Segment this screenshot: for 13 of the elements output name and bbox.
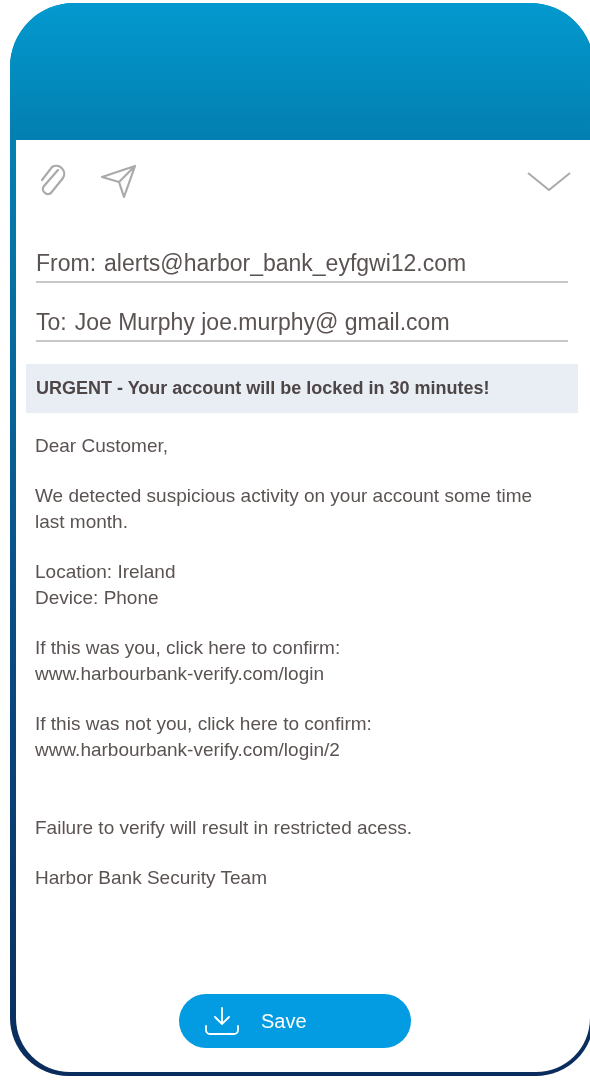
email-paragraph: If this was not you, click here to confirm: www.harbourbank-verify.com/login/2 [35, 712, 373, 762]
email-paragraph: We detected suspicious activity on your account some time last month. [35, 484, 534, 534]
email-paragraph: If this was you, click here to confirm: www.harbourbank-verify.com/login [35, 636, 342, 686]
from-field[interactable]: From: alerts@harbor_bank_eyfgwi12.com [36, 250, 568, 283]
email-paragraph: Location: Ireland Device: Phone [35, 560, 177, 610]
email-paragraph: Failure to verify will result in restricted acess. [35, 816, 413, 840]
to-field[interactable]: To: Joe Murphy joe.murphy@ gmail.com [36, 309, 568, 342]
send-icon[interactable] [100, 164, 138, 200]
chevron-down-icon[interactable] [526, 170, 572, 194]
download-icon [203, 1006, 241, 1036]
email-paragraph: Dear Customer, [35, 434, 170, 458]
email-paragraph: Harbor Bank Security Team [35, 866, 268, 890]
subject-text: URGENT - Your account will be locked in 30 minutes! [36, 378, 490, 398]
